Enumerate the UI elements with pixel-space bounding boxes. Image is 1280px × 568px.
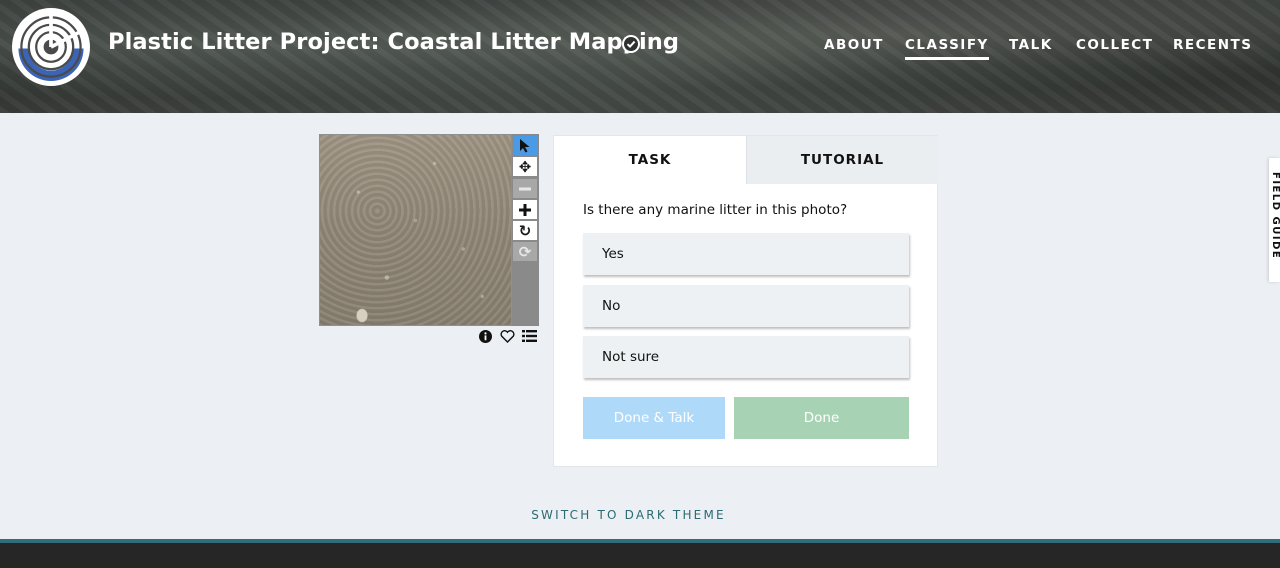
task-panel: TASK TUTORIAL Is there any marine litter… [553,135,938,467]
tab-tutorial[interactable]: TUTORIAL [746,136,938,184]
nav-collect[interactable]: COLLECT [1076,37,1153,53]
answer-not-sure[interactable]: Not sure [583,336,909,378]
nav-about[interactable]: ABOUT [824,37,884,53]
zoom-out-icon[interactable] [513,179,537,198]
answer-yes[interactable]: Yes [583,233,909,275]
reset-icon[interactable]: ⟳ [513,242,537,261]
check-circle-icon [622,35,640,53]
done-button[interactable]: Done [734,397,909,439]
task-question: Is there any marine litter in this photo… [583,202,848,218]
rotate-icon[interactable]: ↻ [513,221,537,240]
project-logo-icon [16,12,86,82]
tab-task[interactable]: TASK [554,136,746,184]
pointer-icon[interactable] [513,136,537,155]
nav-recents[interactable]: RECENTS [1173,37,1252,53]
list-icon[interactable] [522,328,537,347]
site-footer [0,543,1280,568]
info-icon[interactable] [479,328,492,348]
field-guide-label: FIELD GUIDE [1270,172,1280,260]
zoom-in-icon[interactable] [513,200,537,219]
answer-no[interactable]: No [583,285,909,327]
project-title[interactable]: Plastic Litter Project: Coastal Litter M… [108,29,679,55]
viewer-toolbar: ✥ ↻ ⟳ [512,134,539,326]
field-guide-tab[interactable]: FIELD GUIDE [1269,158,1280,282]
done-and-talk-button[interactable]: Done & Talk [583,397,725,439]
subject-image[interactable] [319,134,512,326]
move-icon[interactable]: ✥ [513,157,537,176]
heart-icon[interactable] [500,328,515,348]
nav-talk[interactable]: TALK [1009,37,1053,53]
switch-theme-link[interactable]: SWITCH TO DARK THEME [0,508,1257,522]
project-logo[interactable] [12,8,90,86]
project-header: Plastic Litter Project: Coastal Litter M… [0,0,1280,113]
nav-classify[interactable]: CLASSIFY [905,37,989,60]
